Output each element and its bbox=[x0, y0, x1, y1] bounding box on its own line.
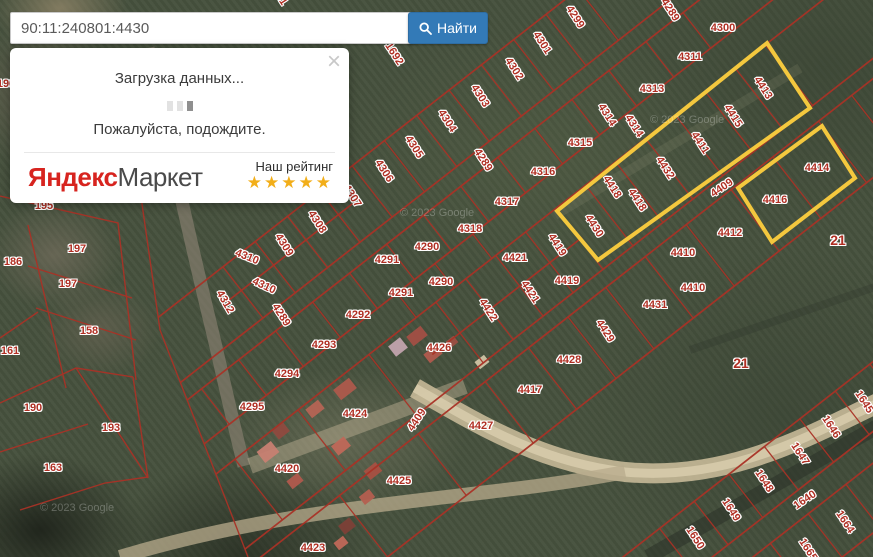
cadastral-number-input[interactable] bbox=[10, 12, 414, 44]
find-button[interactable]: Найти bbox=[408, 12, 488, 44]
loading-subtitle: Пожалуйста, подождите. bbox=[93, 121, 266, 138]
loading-title: Загрузка данных... bbox=[114, 70, 245, 87]
loading-dialog: × Загрузка данных... Пожалуйста, подожди… bbox=[10, 48, 349, 203]
yandex-logo-part: Яндекс bbox=[28, 162, 118, 192]
rating-stars: ★★★★★ bbox=[246, 173, 333, 192]
close-icon[interactable]: × bbox=[327, 50, 341, 74]
search-icon bbox=[419, 21, 432, 35]
loading-spinner bbox=[10, 101, 349, 111]
rating-block: Наш рейтинг ★★★★★ bbox=[247, 159, 333, 192]
market-logo-part: Маркет bbox=[117, 162, 204, 192]
yandex-market-logo[interactable]: ЯндексМаркет bbox=[28, 162, 203, 192]
find-button-label: Найти bbox=[437, 20, 477, 36]
rating-label: Наш рейтинг bbox=[255, 159, 333, 174]
cadastral-map-app: 4299 4301 4302 4303 4304 4305 4306 4307 4308 4309… bbox=[0, 0, 873, 557]
